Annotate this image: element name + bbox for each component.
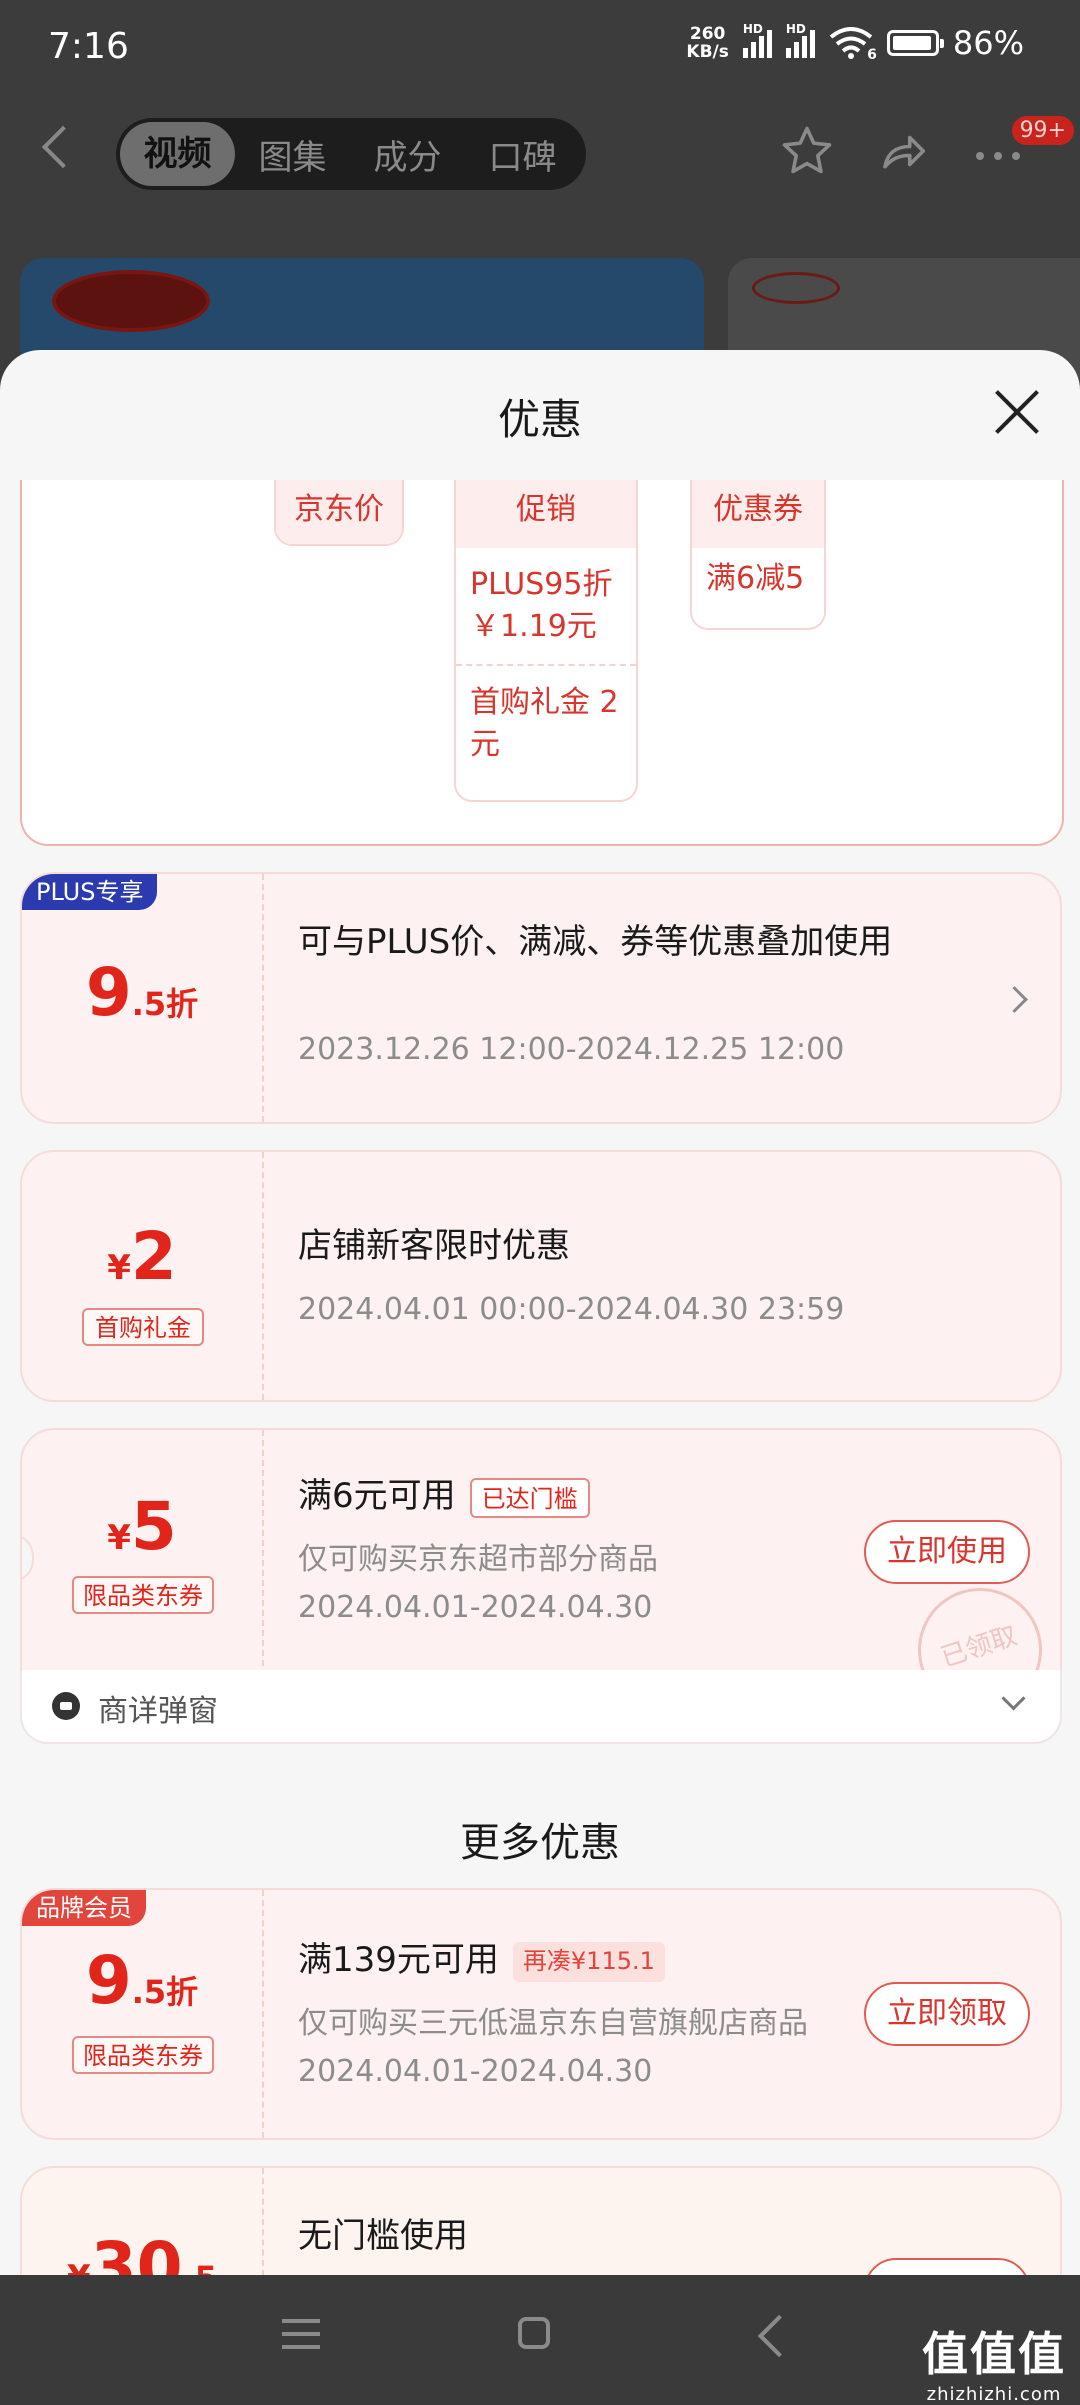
status-time: 7:16 xyxy=(48,26,129,67)
coupon-brand-member[interactable]: 品牌会员 9.5折 限品类东券 满139元可用 再凑¥115.1 仅可购买三元低温… xyxy=(20,1888,1062,2140)
status-bar: 7:16 260 KB/s HD HD 6 86% xyxy=(0,0,1080,100)
coupon-type-tag: 限品类东券 xyxy=(72,1576,214,1614)
coupon-date: 2023.12.26 12:00-2024.12.25 12:00 xyxy=(298,1032,845,1067)
wifi-icon: 6 xyxy=(829,27,877,63)
threshold-reached-tag: 已达门槛 xyxy=(469,1477,590,1518)
coupon-date: 2024.04.01-2024.04.30 xyxy=(298,2054,653,2089)
coupon-date: 2024.04.01-2024.04.30 xyxy=(298,1590,653,1625)
home-icon[interactable] xyxy=(518,2317,550,2349)
breakdown-item: 满6减5 xyxy=(706,561,805,596)
close-icon[interactable] xyxy=(994,390,1038,434)
coupon-title: 无门槛使用 xyxy=(298,2216,468,2256)
coupon-desc: 仅可购买京东超市部分商品 xyxy=(298,1542,658,1577)
system-nav-bar xyxy=(0,2275,1080,2400)
breakdown-col-jd-price: 京东价 xyxy=(274,480,404,546)
claimed-stamp: 已领取 xyxy=(901,1571,1059,1676)
discount-amount: ¥5 xyxy=(107,1488,177,1565)
background-page: 7:16 260 KB/s HD HD 6 86% 视频 图集 成分 口碑 99… xyxy=(0,0,1080,400)
ticket-icon xyxy=(52,1692,80,1720)
brand-logo xyxy=(52,270,210,332)
coupon-type-tag: 首购礼金 xyxy=(82,1308,204,1346)
discount-amount: ¥2 xyxy=(107,1218,177,1295)
coupon-claimed[interactable]: ¥5 限品类东券 满6元可用 已达门槛 仅可购买京东超市部分商品 2024.04.… xyxy=(20,1428,1062,1678)
coupon-action-button[interactable] xyxy=(864,2258,1030,2275)
chevron-right-icon[interactable] xyxy=(1001,986,1028,1013)
breakdown-header: 促销 xyxy=(456,480,636,548)
coupon-plus[interactable]: PLUS专享 9.5折 可与PLUS价、满减、券等优惠叠加使用 2023.12.… xyxy=(20,872,1062,1124)
tab-ingredients[interactable]: 成分 xyxy=(350,130,465,179)
detail-popup-label: 商详弹窗 xyxy=(98,1694,218,1729)
remaining-amount-tag: 再凑¥115.1 xyxy=(512,1941,665,1982)
message-badge: 99+ xyxy=(1011,116,1074,145)
media-tabs: 视频 图集 成分 口碑 xyxy=(116,118,586,190)
tab-gallery[interactable]: 图集 xyxy=(235,130,350,179)
breakdown-item: 首购礼金 2元 xyxy=(456,664,636,782)
claim-now-button[interactable]: 立即领取 xyxy=(864,1982,1030,2046)
watermark: 值值值 zhizhizhi.com xyxy=(922,2327,1066,2405)
breakdown-header: 优惠券 xyxy=(692,480,824,548)
menu-icon[interactable] xyxy=(282,2319,320,2349)
sheet-title: 优惠 xyxy=(497,395,582,444)
coupon-no-threshold[interactable]: ¥30.5 无门槛使用 xyxy=(20,2166,1062,2275)
detail-popup-row[interactable]: 商详弹窗 xyxy=(20,1670,1062,1744)
discount-amount: ¥30.5 xyxy=(67,2228,217,2275)
more-discounts-title: 更多优惠 xyxy=(460,1820,620,1866)
share-icon[interactable] xyxy=(876,124,930,189)
brand-logo-small xyxy=(752,272,840,304)
discount-sheet: 优惠 京东价 促销 PLUS95折 ￥1.19元 首购礼金 2元 优惠券 满6减… xyxy=(0,350,1080,2275)
use-now-button[interactable]: 立即使用 xyxy=(864,1520,1030,1584)
coupon-title: 店铺新客限时优惠 xyxy=(298,1226,570,1266)
coupon-date: 2024.04.01 00:00-2024.04.30 23:59 xyxy=(298,1292,845,1327)
coupon-desc: 仅可购买三元低温京东自营旗舰店商品 xyxy=(298,2006,808,2041)
tab-video[interactable]: 视频 xyxy=(120,122,235,186)
signal-icon-2: HD xyxy=(785,22,815,58)
net-speed: 260 KB/s xyxy=(686,24,729,62)
back-nav-icon[interactable] xyxy=(757,2314,801,2358)
status-icons: 260 KB/s HD HD 6 86% xyxy=(686,22,1024,63)
plus-exclusive-tag: PLUS专享 xyxy=(22,874,158,910)
top-nav: 视频 图集 成分 口碑 99+ xyxy=(0,110,1080,200)
brand-member-tag: 品牌会员 xyxy=(22,1890,146,1926)
coupon-title: 满139元可用 再凑¥115.1 xyxy=(298,1936,665,1984)
favorite-star-icon[interactable] xyxy=(780,124,834,189)
battery-percent: 86% xyxy=(952,24,1024,62)
coupon-title: 可与PLUS价、满减、券等优惠叠加使用 xyxy=(298,922,893,962)
coupon-first-purchase[interactable]: ¥2 首购礼金 店铺新客限时优惠 2024.04.01 00:00-2024.0… xyxy=(20,1150,1062,1402)
battery-icon xyxy=(886,30,944,56)
breakdown-col-coupon: 优惠券 满6减5 xyxy=(690,480,826,630)
coupon-title: 满6元可用 已达门槛 xyxy=(298,1472,590,1520)
price-breakdown: 京东价 促销 PLUS95折 ￥1.19元 首购礼金 2元 优惠券 满6减5 xyxy=(20,480,1064,846)
discount-amount: 9.5折 xyxy=(85,954,199,1031)
breakdown-item: PLUS95折 ￥1.19元 xyxy=(470,567,613,644)
signal-icon: HD xyxy=(742,22,772,58)
back-icon[interactable] xyxy=(41,125,85,169)
discount-amount: 9.5折 xyxy=(85,1942,199,2019)
chevron-down-icon[interactable] xyxy=(1001,1686,1026,1711)
breakdown-col-promo: 促销 PLUS95折 ￥1.19元 首购礼金 2元 xyxy=(454,480,638,802)
breakdown-header: 京东价 xyxy=(276,480,402,544)
tab-reviews[interactable]: 口碑 xyxy=(465,130,580,179)
coupon-type-tag: 限品类东券 xyxy=(72,2036,214,2074)
